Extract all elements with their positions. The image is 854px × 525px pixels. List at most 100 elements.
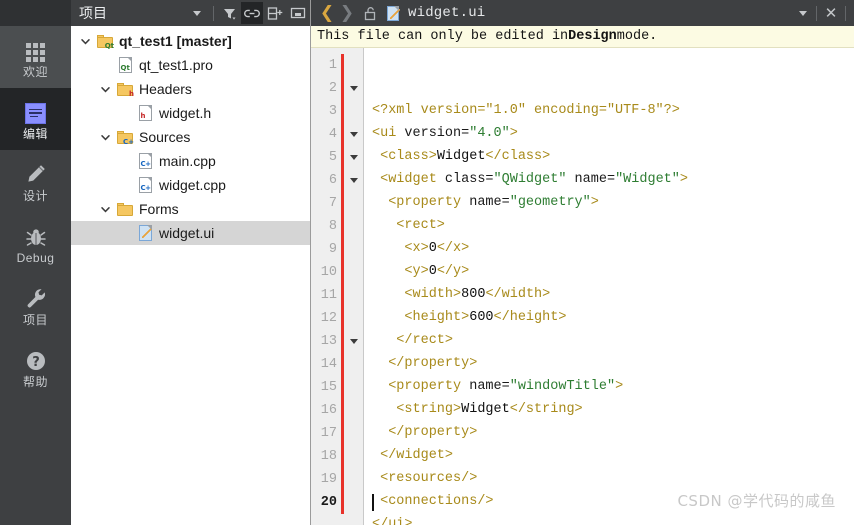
code-line[interactable]: <connections/> (372, 490, 854, 513)
code-line[interactable]: <height>600</height> (372, 306, 854, 329)
line-number: 6 (328, 173, 337, 188)
tree-item-qt_test1.pro[interactable]: Qt qt_test1.pro (71, 53, 310, 77)
code-token-tag: <widget (372, 172, 445, 187)
project-file-tree[interactable]: Qt qt_test1 [master] Qt qt_test1.pro h Header… (71, 26, 310, 525)
project-panel-toolbar: 项目 (71, 0, 310, 26)
code-folding-column[interactable] (345, 48, 363, 525)
unlocked-padlock-icon[interactable] (359, 2, 381, 24)
code-line[interactable]: </property> (372, 421, 854, 444)
fold-toggle-icon[interactable] (345, 77, 363, 100)
chevron-down-icon[interactable] (95, 204, 115, 215)
mode-item-projects[interactable]: 项目 (0, 274, 71, 336)
chevron-down-icon[interactable] (186, 2, 208, 24)
code-token-attr: name= (469, 195, 510, 210)
code-line[interactable]: </ui> (372, 513, 854, 525)
line-number: 9 (328, 242, 337, 257)
change-marker (341, 330, 344, 353)
line-number: 14 (320, 357, 337, 372)
mode-item-edit[interactable]: 编辑 (0, 88, 71, 150)
close-icon[interactable]: ✕ (821, 2, 841, 24)
code-token-tag: > (590, 195, 599, 210)
filter-icon[interactable] (218, 2, 240, 24)
tree-item-widget.ui[interactable]: widget.ui (71, 221, 310, 245)
tree-item-sources[interactable]: C+ Sources (71, 125, 310, 149)
minimize-icon[interactable] (287, 2, 309, 24)
tree-item-main.cpp[interactable]: C+ main.cpp (71, 149, 310, 173)
pencil-icon (24, 160, 48, 186)
fold-toggle-icon[interactable] (345, 123, 363, 146)
code-token-tag: > (679, 172, 688, 187)
tree-item-label: Sources (139, 129, 191, 145)
code-line[interactable]: <width>800</width> (372, 283, 854, 306)
code-token-tag: </class> (485, 149, 551, 164)
code-line[interactable]: <x>0</x> (372, 237, 854, 260)
code-token-tag: <property (372, 379, 470, 394)
toolbar-separator (213, 5, 214, 21)
info-bar-prefix: This file can only be edited in (317, 29, 569, 44)
line-number: 18 (320, 449, 337, 464)
code-line[interactable]: <?xml version="1.0" encoding="UTF-8"?> (372, 99, 854, 122)
code-line[interactable]: <property name="windowTitle"> (372, 375, 854, 398)
mode-item-welcome[interactable]: 欢迎 (0, 26, 71, 88)
code-line[interactable]: </rect> (372, 329, 854, 352)
code-token-tag: <class> (372, 149, 437, 164)
toolbar-separator (845, 5, 846, 21)
tree-item-icon: h (135, 105, 155, 121)
mode-item-help-label: 帮助 (22, 374, 48, 389)
code-line[interactable]: <string>Widget</string> (372, 398, 854, 421)
tree-item-forms[interactable]: Forms (71, 197, 310, 221)
change-marker (341, 146, 344, 169)
change-marker (341, 192, 344, 215)
tree-item-qt_test1-master-[interactable]: Qt qt_test1 [master] (71, 29, 310, 53)
chevron-down-icon[interactable] (95, 132, 115, 143)
code-line[interactable]: </widget> (372, 444, 854, 467)
tree-item-widget.h[interactable]: h widget.h (71, 101, 310, 125)
code-token-val: "Widget" (615, 172, 680, 187)
code-line[interactable]: <property name="geometry"> (372, 191, 854, 214)
chevron-down-icon[interactable] (75, 36, 95, 47)
project-tree-panel: 项目 Qt qt_test1 [master] Qt qt_test1.pro … (71, 0, 311, 525)
chevron-down-icon[interactable] (794, 2, 812, 24)
tree-item-headers[interactable]: h Headers (71, 77, 310, 101)
change-marker (341, 376, 344, 399)
forward-arrow-icon[interactable]: ❯ (337, 2, 357, 24)
fold-toggle-icon[interactable] (345, 330, 363, 353)
code-token-attr: name= (469, 379, 510, 394)
mode-item-help[interactable]: ? 帮助 (0, 336, 71, 398)
code-line[interactable]: <widget class="QWidget" name="Widget"> (372, 168, 854, 191)
fold-toggle-icon[interactable] (345, 169, 363, 192)
code-token-val: "geometry" (509, 195, 591, 210)
mode-item-design[interactable]: 设计 (0, 150, 71, 212)
code-line[interactable]: </property> (372, 352, 854, 375)
code-token-tag: </width> (485, 287, 551, 302)
change-marker (341, 215, 344, 238)
grid-icon (26, 36, 45, 62)
file-qt-icon: Qt (118, 57, 132, 73)
back-arrow-icon[interactable]: ❮ (317, 2, 337, 24)
code-line[interactable]: <class>Widget</class> (372, 145, 854, 168)
link-icon[interactable] (241, 2, 263, 24)
code-line[interactable]: <ui version="4.0"> (372, 122, 854, 145)
code-token-text: 800 (461, 287, 486, 302)
code-text-area[interactable]: <?xml version="1.0" encoding="UTF-8"?> <u… (364, 48, 854, 525)
fold-toggle-icon[interactable] (345, 146, 363, 169)
chevron-down-icon[interactable] (95, 84, 115, 95)
mode-item-debug[interactable]: Debug (0, 212, 71, 274)
line-number: 11 (320, 288, 337, 303)
code-token-tag: </widget> (372, 448, 454, 463)
code-line[interactable]: <resources/> (372, 467, 854, 490)
code-editor[interactable]: 1 2 3 4 5 6 7 8 9 10 11 12 13 14 15 16 17 18 19 20 <?xml ve… (311, 48, 854, 525)
split-add-icon[interactable] (264, 2, 286, 24)
line-number: 10 (320, 265, 337, 280)
tree-item-icon: C+ (135, 177, 155, 193)
code-line[interactable]: <y>0</y> (372, 260, 854, 283)
code-token-tag: <ui (372, 126, 405, 141)
code-line[interactable]: <rect> (372, 214, 854, 237)
tree-item-widget.cpp[interactable]: C+ widget.cpp (71, 173, 310, 197)
